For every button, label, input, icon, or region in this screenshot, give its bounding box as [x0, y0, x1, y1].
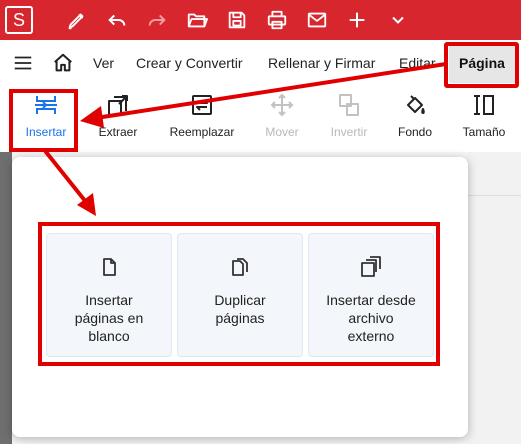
pen-icon[interactable]	[63, 6, 91, 34]
menu-item-editar[interactable]: Editar	[399, 40, 443, 86]
size-tool-button[interactable]: Tamaño	[456, 92, 512, 144]
highlight-box-insert-options	[38, 222, 440, 366]
replace-tool-button[interactable]: Reemplazar	[164, 92, 240, 144]
open-folder-icon[interactable]	[183, 6, 211, 34]
add-icon[interactable]	[343, 6, 371, 34]
print-icon[interactable]	[263, 6, 291, 34]
menu-item-crear-y-convertir[interactable]: Crear y Convertir	[136, 40, 243, 86]
replace-pages-icon	[189, 92, 215, 118]
logo-letter: S	[12, 9, 25, 30]
extract-pages-icon	[105, 92, 131, 118]
extract-tool-button[interactable]: Extraer	[88, 92, 148, 144]
undo-icon[interactable]	[103, 6, 131, 34]
home-icon[interactable]	[49, 49, 77, 77]
move-tool-button[interactable]: Mover	[255, 92, 309, 144]
menu-item-rellenar-y-firmar[interactable]: Rellenar y Firmar	[268, 40, 375, 86]
highlight-box-pagina-tab	[444, 42, 519, 88]
divider	[468, 195, 521, 196]
reverse-tool-button[interactable]: Invertir	[322, 92, 376, 144]
replace-tool-label: Reemplazar	[169, 125, 235, 139]
chevron-down-icon[interactable]	[384, 6, 412, 34]
reverse-pages-icon	[336, 92, 362, 118]
highlight-box-insert-tool	[9, 89, 78, 152]
redo-icon	[143, 6, 171, 34]
move-tool-label: Mover	[265, 125, 299, 139]
reverse-tool-label: Invertir	[330, 125, 368, 139]
email-icon[interactable]	[303, 6, 331, 34]
title-bar: S	[0, 0, 521, 40]
background-tool-label: Fondo	[397, 125, 433, 139]
size-tool-label: Tamaño	[462, 125, 506, 139]
move-icon	[269, 92, 295, 118]
save-icon[interactable]	[223, 6, 251, 34]
page-size-icon	[471, 92, 497, 118]
extract-tool-label: Extraer	[98, 125, 138, 139]
side-panel-strip	[0, 152, 12, 444]
paint-bucket-icon	[402, 92, 428, 118]
background-tool-button[interactable]: Fondo	[388, 92, 442, 144]
screenshot-root: { "app": { "logo_letter": "S", "accent_c…	[0, 0, 521, 444]
menu-item-ver[interactable]: Ver	[93, 40, 114, 86]
hamburger-menu-icon[interactable]	[9, 49, 37, 77]
logo-icon: S	[5, 6, 33, 34]
